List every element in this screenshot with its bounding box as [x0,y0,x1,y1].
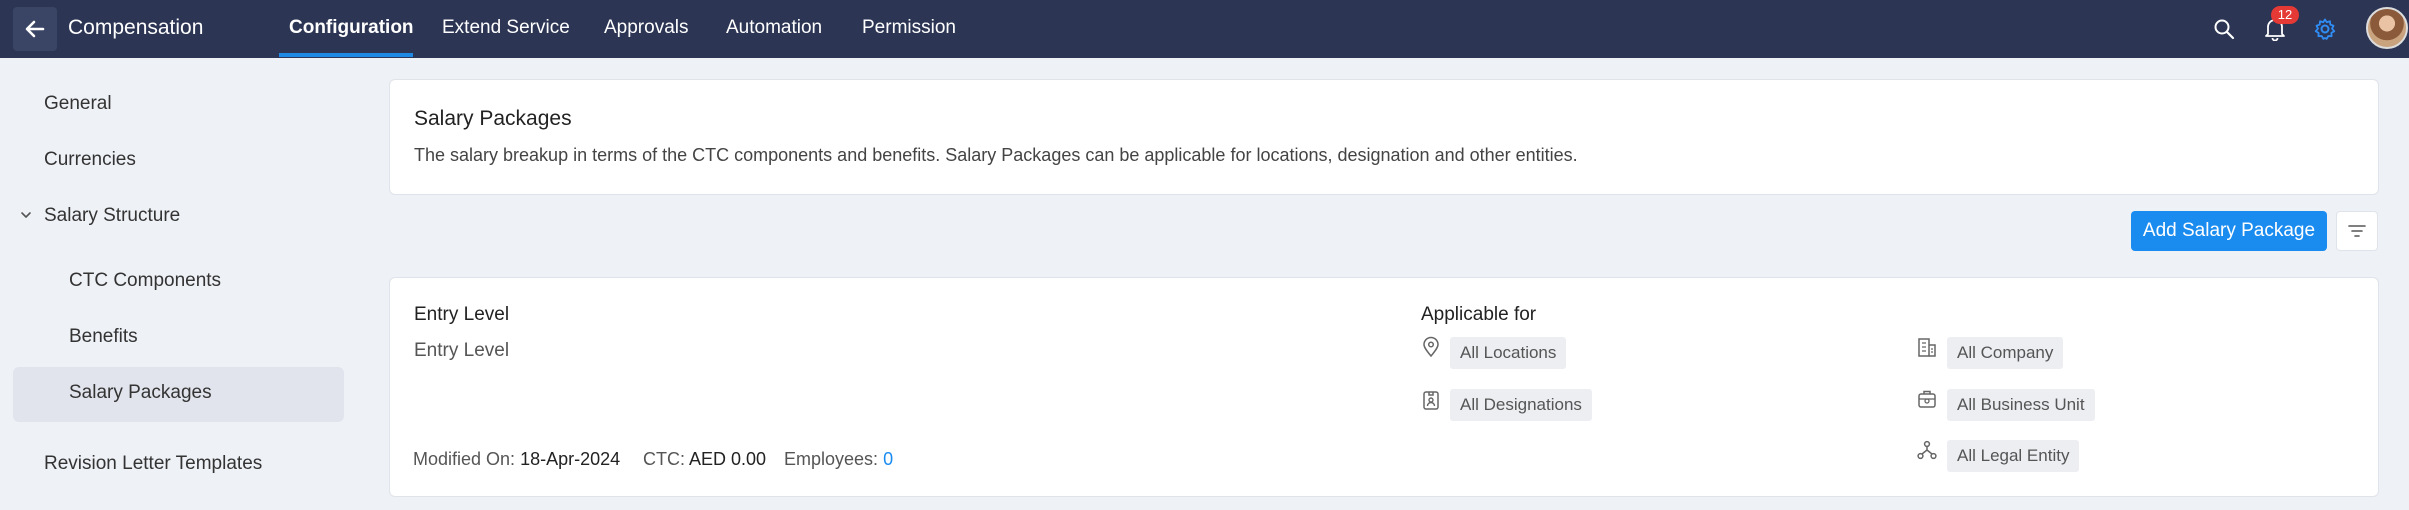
modified-on-label: Modified On: [413,449,516,469]
chip-all-business-unit: All Business Unit [1947,389,2095,421]
chip-all-company: All Company [1947,337,2064,369]
id-badge-icon [1423,391,1439,410]
sidebar-item-currencies[interactable]: Currencies [44,148,136,172]
page-description: The salary breakup in terms of the CTC c… [414,145,1578,165]
search-button[interactable] [2210,15,2238,43]
user-avatar[interactable] [2366,7,2408,49]
sidebar-item-benefits[interactable]: Benefits [69,325,138,349]
chip-all-legal-entity: All Legal Entity [1947,440,2080,472]
tab-automation[interactable]: Automation [726,16,822,40]
filter-button[interactable] [2336,211,2378,251]
filter-icon [2348,225,2366,237]
back-button[interactable] [13,7,57,51]
intro-card: Salary Packages The salary breakup in te… [389,79,2379,195]
building-icon [1918,338,1936,357]
modified-on-field: Modified On: 18-Apr-2024 [413,447,620,471]
back-arrow-icon [25,20,45,38]
sidebar-item-salary-packages[interactable]: Salary Packages [69,381,212,405]
chip-all-designations: All Designations [1450,389,1592,421]
settings-button[interactable] [2311,15,2339,43]
ctc-label: CTC: [643,449,685,469]
tab-approvals[interactable]: Approvals [604,16,689,40]
business-unit-icon [1918,390,1936,408]
employees-label: Employees: [784,449,879,469]
employees-field: Employees: 0 [784,447,893,471]
package-subtitle: Entry Level [414,340,510,361]
employees-count-link[interactable]: 0 [883,449,893,469]
applicable-for-label: Applicable for [1421,304,1537,325]
tab-configuration[interactable]: Configuration [289,16,414,40]
search-icon [2214,19,2235,40]
active-tab-indicator [279,53,413,57]
top-navigation-bar: Compensation Configuration Extend Servic… [0,0,2409,58]
page-title: Salary Packages [414,107,572,130]
ctc-field: CTC: AED 0.00 [643,447,766,471]
package-title: Entry Level [414,304,510,325]
add-salary-package-button[interactable]: Add Salary Package [2131,211,2327,251]
gear-icon [2314,18,2336,40]
chevron-down-icon[interactable] [19,208,33,222]
chip-all-locations: All Locations [1450,337,1567,369]
sidebar-item-salary-structure[interactable]: Salary Structure [44,204,180,228]
sidebar-item-general[interactable]: General [44,92,112,116]
sidebar-item-revision-letter-templates[interactable]: Revision Letter Templates [44,452,262,476]
sidebar-item-ctc-components[interactable]: CTC Components [69,269,221,293]
location-pin-icon [1423,336,1439,358]
app-title: Compensation [68,16,204,39]
tab-permission[interactable]: Permission [862,16,956,40]
hierarchy-icon [1917,440,1937,460]
tab-extend-service[interactable]: Extend Service [442,16,570,40]
ctc-value: AED 0.00 [689,449,767,469]
modified-on-value: 18-Apr-2024 [520,449,621,469]
notification-count-badge: 12 [2271,6,2299,24]
